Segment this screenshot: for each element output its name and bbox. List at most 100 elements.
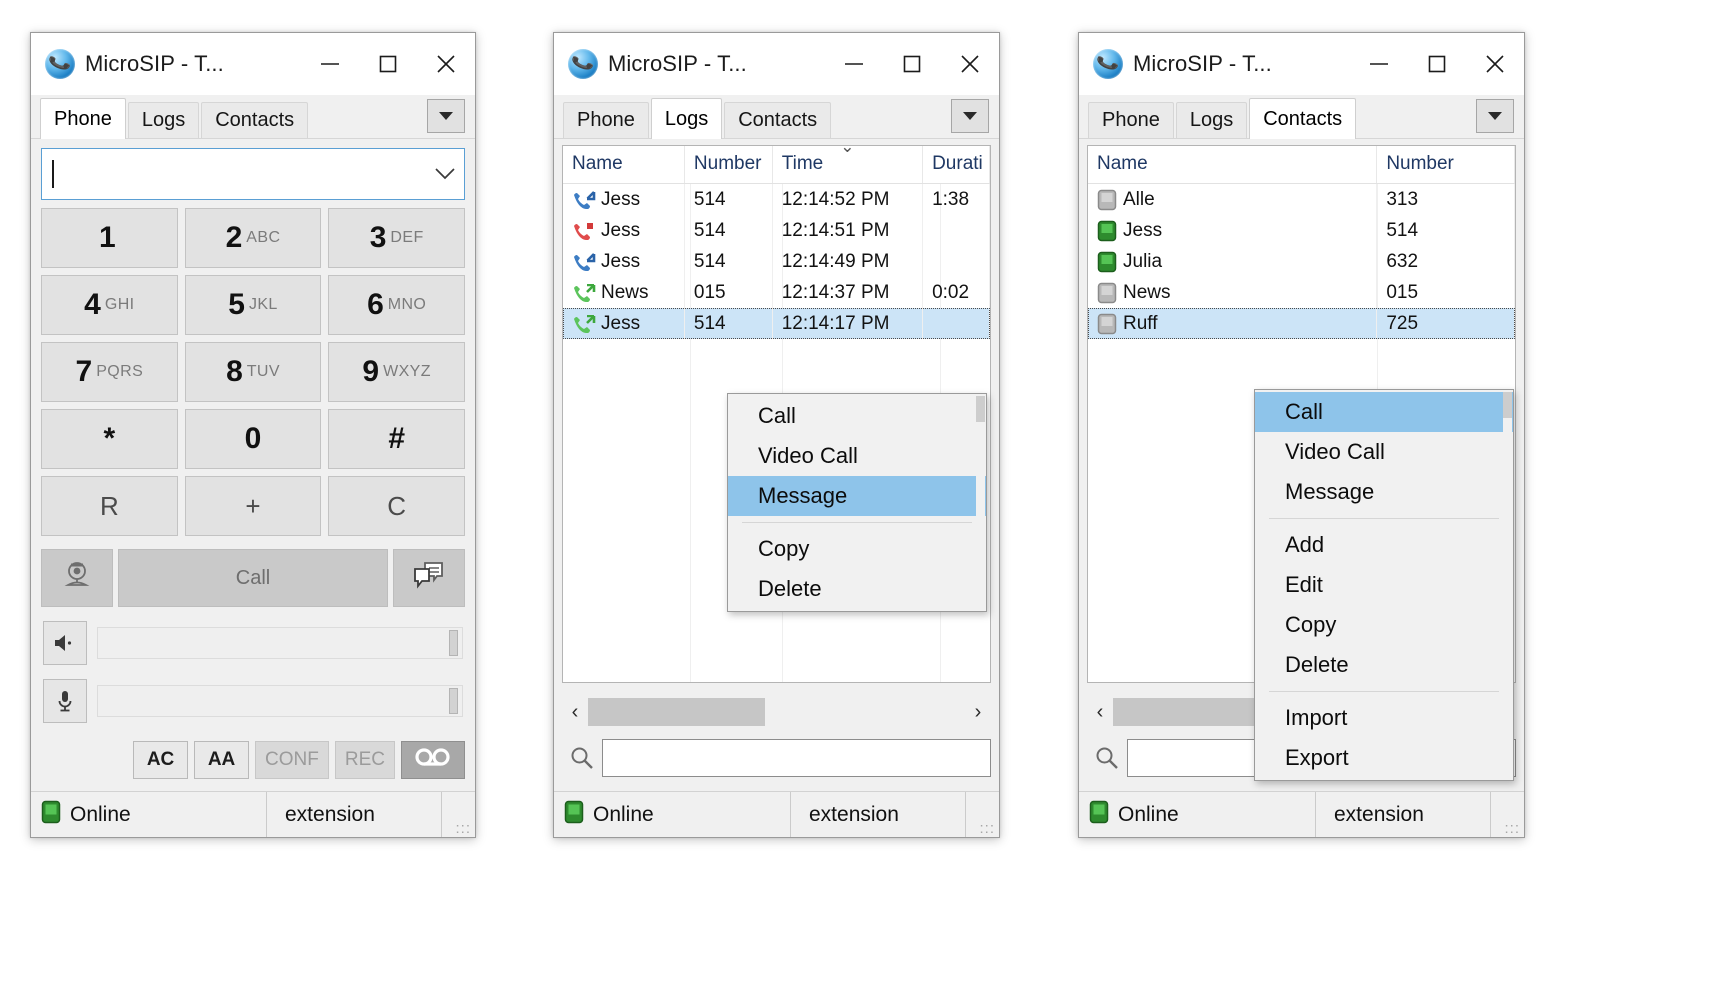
key-r[interactable]: R bbox=[41, 476, 178, 536]
menu-item-delete[interactable]: Delete bbox=[728, 569, 986, 609]
microphone-volume-slider[interactable] bbox=[97, 685, 463, 717]
key-5[interactable]: 5JKL bbox=[185, 275, 322, 335]
column-header-duration[interactable]: Durati bbox=[923, 146, 990, 183]
rec-button[interactable]: REC bbox=[335, 741, 395, 779]
search-row[interactable] bbox=[562, 735, 991, 781]
table-row[interactable]: Julia 632 bbox=[1088, 246, 1515, 277]
column-header-name[interactable]: ⌃ Name bbox=[1088, 146, 1377, 183]
key-7[interactable]: 7PQRS bbox=[41, 342, 178, 402]
chevron-down-icon[interactable] bbox=[434, 165, 456, 184]
menu-scrollbar[interactable] bbox=[1503, 392, 1512, 778]
microphone-icon[interactable] bbox=[43, 679, 87, 723]
maximize-icon[interactable] bbox=[1408, 38, 1466, 90]
key-4[interactable]: 4GHI bbox=[41, 275, 178, 335]
table-row[interactable]: Jess 514 12:14:49 PM bbox=[563, 246, 990, 277]
table-row[interactable]: Jess 514 12:14:51 PM bbox=[563, 215, 990, 246]
title-bar[interactable]: MicroSIP - T... bbox=[554, 33, 999, 95]
video-call-button[interactable] bbox=[41, 549, 113, 607]
scroll-left-arrow[interactable]: ‹ bbox=[1087, 701, 1113, 724]
table-row[interactable]: Jess 514 bbox=[1088, 215, 1515, 246]
menu-item-edit[interactable]: Edit bbox=[1255, 565, 1513, 605]
list-header[interactable]: ⌃ Name Number bbox=[1088, 146, 1515, 184]
tab-menu-button[interactable] bbox=[951, 99, 989, 133]
microsip-phone-window[interactable]: MicroSIP - T... Phone Logs Contacts bbox=[30, 32, 476, 838]
tab-phone[interactable]: Phone bbox=[40, 98, 126, 139]
microphone-volume-row[interactable] bbox=[31, 665, 475, 723]
resize-grip[interactable]: ::: bbox=[965, 792, 999, 837]
table-row[interactable]: News 015 bbox=[1088, 277, 1515, 308]
menu-item-add[interactable]: Add bbox=[1255, 525, 1513, 565]
search-input[interactable] bbox=[602, 739, 991, 777]
menu-item-export[interactable]: Export bbox=[1255, 738, 1513, 778]
key-c[interactable]: C bbox=[328, 476, 465, 536]
minimize-icon[interactable] bbox=[825, 38, 883, 90]
speaker-volume-row[interactable] bbox=[31, 607, 475, 665]
column-header-number[interactable]: Number bbox=[685, 146, 773, 183]
horizontal-scrollbar[interactable]: ‹ › bbox=[562, 697, 991, 727]
minimize-icon[interactable] bbox=[1350, 38, 1408, 90]
menu-item-message[interactable]: Message bbox=[1255, 472, 1513, 512]
voicemail-button[interactable] bbox=[401, 741, 465, 779]
table-row[interactable]: Jess 514 12:14:52 PM 1:38 bbox=[563, 184, 990, 215]
maximize-icon[interactable] bbox=[883, 38, 941, 90]
menu-item-copy[interactable]: Copy bbox=[1255, 605, 1513, 645]
dial-keypad[interactable]: 1 2ABC 3DEF 4GHI 5JKL 6MNO 7PQRS 8TUV 9W… bbox=[31, 204, 475, 536]
menu-item-import[interactable]: Import bbox=[1255, 698, 1513, 738]
scroll-track[interactable] bbox=[588, 698, 965, 726]
menu-item-copy[interactable]: Copy bbox=[728, 529, 986, 569]
conf-button[interactable]: CONF bbox=[255, 741, 329, 779]
table-row[interactable]: Alle 313 bbox=[1088, 184, 1515, 215]
key-2[interactable]: 2ABC bbox=[185, 208, 322, 268]
column-header-time[interactable]: ⌄ Time bbox=[773, 146, 923, 183]
key-plus[interactable]: + bbox=[185, 476, 322, 536]
table-row-selected[interactable]: Ruff 725 bbox=[1088, 308, 1515, 339]
tab-logs[interactable]: Logs bbox=[128, 102, 199, 138]
microsip-logs-window[interactable]: MicroSIP - T... Phone Logs Contacts bbox=[553, 32, 1000, 838]
table-row[interactable]: News 015 12:14:37 PM 0:02 bbox=[563, 277, 990, 308]
speaker-icon[interactable] bbox=[43, 621, 87, 665]
dial-input[interactable] bbox=[41, 148, 465, 200]
list-header[interactable]: Name Number ⌄ Time Durati bbox=[563, 146, 990, 184]
tab-contacts[interactable]: Contacts bbox=[724, 102, 831, 138]
call-action-bar[interactable]: Call bbox=[31, 543, 475, 607]
scroll-right-arrow[interactable]: › bbox=[965, 701, 991, 724]
key-1[interactable]: 1 bbox=[41, 208, 178, 268]
resize-grip[interactable]: ::: bbox=[441, 792, 475, 837]
tab-strip[interactable]: Phone Logs Contacts bbox=[554, 95, 999, 139]
logs-context-menu[interactable]: Call Video Call Message Copy Delete bbox=[727, 393, 987, 612]
close-icon[interactable] bbox=[941, 38, 999, 90]
tab-phone[interactable]: Phone bbox=[563, 102, 649, 138]
aa-button[interactable]: AA bbox=[194, 741, 249, 779]
speaker-volume-slider[interactable] bbox=[97, 627, 463, 659]
table-row-selected[interactable]: Jess 514 12:14:17 PM bbox=[563, 308, 990, 339]
slider-thumb[interactable] bbox=[449, 630, 458, 656]
microsip-contacts-window[interactable]: MicroSIP - T... Phone Logs Contacts bbox=[1078, 32, 1525, 838]
menu-item-message[interactable]: Message bbox=[728, 476, 986, 516]
key-3[interactable]: 3DEF bbox=[328, 208, 465, 268]
scroll-left-arrow[interactable]: ‹ bbox=[562, 701, 588, 724]
tab-logs[interactable]: Logs bbox=[651, 98, 722, 139]
column-header-name[interactable]: Name bbox=[563, 146, 685, 183]
close-icon[interactable] bbox=[417, 38, 475, 90]
menu-item-call[interactable]: Call bbox=[1255, 392, 1513, 432]
tab-phone[interactable]: Phone bbox=[1088, 102, 1174, 138]
menu-item-video-call[interactable]: Video Call bbox=[1255, 432, 1513, 472]
tab-logs[interactable]: Logs bbox=[1176, 102, 1247, 138]
menu-item-delete[interactable]: Delete bbox=[1255, 645, 1513, 685]
contacts-context-menu[interactable]: Call Video Call Message Add Edit Copy De… bbox=[1254, 389, 1514, 781]
tab-strip[interactable]: Phone Logs Contacts bbox=[31, 95, 475, 139]
menu-item-video-call[interactable]: Video Call bbox=[728, 436, 986, 476]
message-button[interactable] bbox=[393, 549, 465, 607]
minimize-icon[interactable] bbox=[301, 38, 359, 90]
key-9[interactable]: 9WXYZ bbox=[328, 342, 465, 402]
call-button[interactable]: Call bbox=[118, 549, 388, 607]
menu-item-call[interactable]: Call bbox=[728, 396, 986, 436]
tab-menu-button[interactable] bbox=[427, 99, 465, 133]
key-6[interactable]: 6MNO bbox=[328, 275, 465, 335]
tab-menu-button[interactable] bbox=[1476, 99, 1514, 133]
title-bar[interactable]: MicroSIP - T... bbox=[31, 33, 475, 95]
ac-button[interactable]: AC bbox=[133, 741, 188, 779]
tab-strip[interactable]: Phone Logs Contacts bbox=[1079, 95, 1524, 139]
key-8[interactable]: 8TUV bbox=[185, 342, 322, 402]
slider-thumb[interactable] bbox=[449, 688, 458, 714]
